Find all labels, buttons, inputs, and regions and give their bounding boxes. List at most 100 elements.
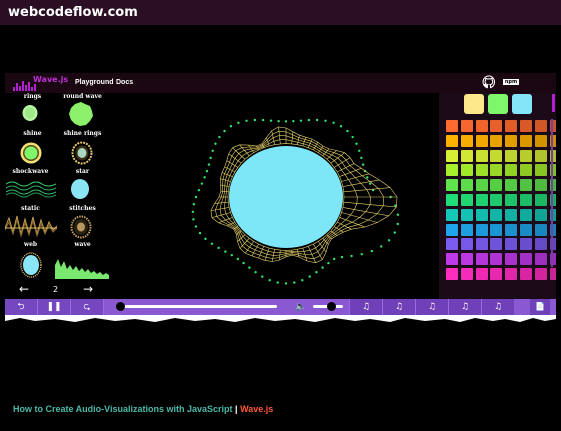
color-swatch[interactable] <box>446 179 458 192</box>
color-swatch[interactable] <box>490 238 503 251</box>
color-swatch[interactable] <box>505 267 518 280</box>
track-3-button[interactable]: ♫ <box>415 299 448 315</box>
color-swatch[interactable] <box>475 134 488 147</box>
color-swatch[interactable] <box>475 164 488 177</box>
next-page-button[interactable]: → <box>83 282 93 296</box>
selected-color-1[interactable] <box>464 94 484 114</box>
color-swatch[interactable] <box>534 208 547 221</box>
volume-handle[interactable] <box>327 302 336 311</box>
file-upload-button[interactable]: 📄 <box>530 299 550 315</box>
color-swatch[interactable] <box>446 253 458 266</box>
color-swatch[interactable] <box>534 134 547 147</box>
color-swatch[interactable] <box>460 267 473 280</box>
vis-item-shockwave[interactable]: shockwave <box>3 168 58 176</box>
color-swatch[interactable] <box>534 179 547 192</box>
npm-icon[interactable]: npm <box>503 79 519 85</box>
vis-item-web[interactable]: web <box>3 241 58 249</box>
web-thumbnail[interactable] <box>5 214 57 240</box>
color-swatch[interactable] <box>475 193 488 206</box>
color-swatch[interactable] <box>446 149 458 162</box>
vis-item-shine-rings[interactable]: shine rings <box>55 130 110 138</box>
selected-color-3[interactable] <box>512 94 532 114</box>
color-swatch[interactable] <box>446 164 458 177</box>
color-swatch[interactable] <box>460 238 473 251</box>
color-swatch[interactable] <box>519 223 532 236</box>
static-thumbnail[interactable] <box>6 177 56 199</box>
wavejs-logo[interactable]: Wave.js <box>9 74 69 92</box>
color-swatch[interactable] <box>490 164 503 177</box>
color-swatch[interactable] <box>490 193 503 206</box>
color-swatch[interactable] <box>534 120 547 132</box>
color-swatch[interactable] <box>519 253 532 266</box>
color-swatch[interactable] <box>519 120 532 132</box>
wave-ring-thumbnail[interactable] <box>70 215 92 239</box>
vis-item-wave[interactable]: wave <box>55 241 110 249</box>
color-swatch[interactable] <box>446 193 458 206</box>
color-swatch[interactable] <box>475 223 488 236</box>
track-4-button[interactable]: ♫ <box>448 299 481 315</box>
volume-icon[interactable]: 🔈 <box>295 299 306 315</box>
github-icon[interactable] <box>482 75 496 89</box>
vis-item-stitches[interactable]: stitches <box>55 205 110 213</box>
nav-playground[interactable]: Playground <box>75 79 114 86</box>
web-circle-thumbnail[interactable] <box>20 252 42 278</box>
color-swatch[interactable] <box>505 149 518 162</box>
color-swatch[interactable] <box>460 134 473 147</box>
color-swatch[interactable] <box>505 179 518 192</box>
color-swatch[interactable] <box>460 120 473 132</box>
color-swatch[interactable] <box>519 267 532 280</box>
color-swatch[interactable] <box>475 267 488 280</box>
color-swatch[interactable] <box>475 238 488 251</box>
color-swatch[interactable] <box>534 193 547 206</box>
color-swatch[interactable] <box>505 120 518 132</box>
color-swatch[interactable] <box>519 179 532 192</box>
round-wave-thumbnail[interactable] <box>68 101 94 127</box>
color-swatch[interactable] <box>505 253 518 266</box>
color-swatch[interactable] <box>519 238 532 251</box>
color-swatch[interactable] <box>460 223 473 236</box>
color-swatch[interactable] <box>475 179 488 192</box>
color-swatch[interactable] <box>505 164 518 177</box>
color-swatch[interactable] <box>460 208 473 221</box>
color-swatch[interactable] <box>519 134 532 147</box>
shine-rings-thumbnail[interactable] <box>19 141 43 165</box>
color-swatch[interactable] <box>490 223 503 236</box>
vis-item-star[interactable]: star <box>55 168 110 176</box>
color-swatch[interactable] <box>534 164 547 177</box>
color-swatch[interactable] <box>475 120 488 132</box>
color-swatch[interactable] <box>534 238 547 251</box>
palette-top-scroll[interactable] <box>552 94 555 112</box>
color-swatch[interactable] <box>534 267 547 280</box>
color-swatch[interactable] <box>505 238 518 251</box>
nav-docs[interactable]: Docs <box>116 79 133 86</box>
color-swatch[interactable] <box>534 223 547 236</box>
color-swatch[interactable] <box>446 238 458 251</box>
color-swatch[interactable] <box>519 193 532 206</box>
vis-item-shine[interactable]: shine <box>5 130 60 138</box>
color-swatch[interactable] <box>505 208 518 221</box>
stitches-thumbnail[interactable] <box>70 178 90 200</box>
color-swatch[interactable] <box>490 179 503 192</box>
color-swatch[interactable] <box>505 134 518 147</box>
color-swatch[interactable] <box>490 267 503 280</box>
color-swatch[interactable] <box>475 208 488 221</box>
color-swatch[interactable] <box>519 208 532 221</box>
color-swatch[interactable] <box>490 253 503 266</box>
color-swatch[interactable] <box>460 164 473 177</box>
selected-color-2[interactable] <box>488 94 508 114</box>
color-swatch[interactable] <box>446 120 458 132</box>
site-brand[interactable]: webcodeflow.com <box>8 5 138 20</box>
color-swatch[interactable] <box>505 193 518 206</box>
color-swatch[interactable] <box>460 253 473 266</box>
color-swatch[interactable] <box>490 120 503 132</box>
wave-bars-thumbnail[interactable] <box>55 253 109 279</box>
forward-button[interactable]: ⮎ <box>71 299 104 315</box>
pause-button[interactable]: ❚❚ <box>38 299 71 315</box>
color-swatch[interactable] <box>519 149 532 162</box>
color-swatch[interactable] <box>490 149 503 162</box>
color-swatch[interactable] <box>505 223 518 236</box>
track-5-button[interactable]: ♫ <box>481 299 514 315</box>
visualization-canvas[interactable] <box>115 93 439 299</box>
track-2-button[interactable]: ♫ <box>382 299 415 315</box>
color-swatch[interactable] <box>460 149 473 162</box>
